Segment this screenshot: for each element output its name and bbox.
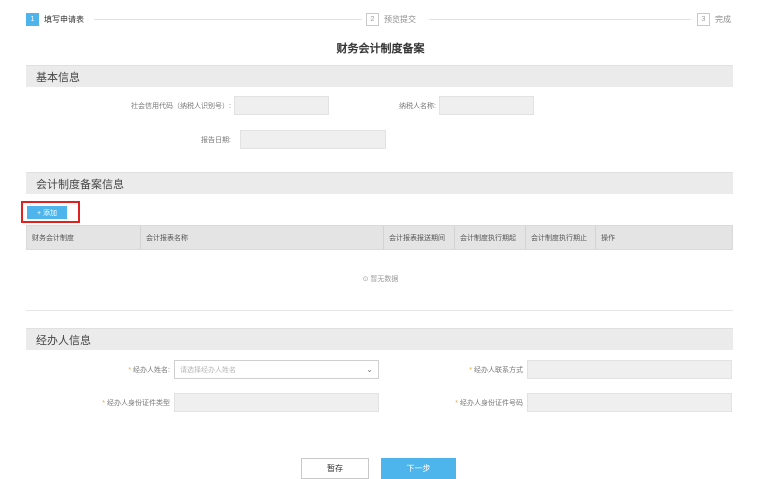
handler-id-number-label: * 经办人身份证件号码: [455, 398, 523, 408]
handler-contact-row: * 经办人联系方式: [455, 360, 732, 379]
taxpayer-name-label: 纳税人名称:: [399, 102, 436, 110]
handler-name-row: * 经办人姓名: 请选择经办人姓名 ⌄: [100, 360, 379, 379]
column-header: 会计制度执行期止: [526, 226, 596, 249]
handler-name-label: * 经办人姓名:: [100, 365, 170, 375]
step-label: 完成: [715, 14, 731, 24]
handler-id-type-field[interactable]: [174, 393, 379, 412]
section-divider: [26, 310, 733, 311]
step-label: 填写申请表: [44, 14, 84, 24]
column-header: 会计报表报送期间: [384, 226, 455, 249]
handler-contact-label: * 经办人联系方式: [455, 365, 523, 375]
required-mark: *: [128, 366, 132, 374]
step-preview-submit: 2 预览提交: [366, 10, 416, 28]
add-button-highlight: + 添加: [21, 201, 80, 223]
empty-state: ⊙ 暂无数据: [0, 274, 761, 284]
step-label: 预览提交: [384, 14, 416, 24]
report-date-field[interactable]: [240, 130, 386, 149]
taxpayer-name-field[interactable]: [439, 96, 534, 115]
handler-name-select[interactable]: 请选择经办人姓名 ⌄: [174, 360, 379, 379]
step-fill-application: 1 填写申请表: [26, 10, 84, 28]
report-date-label: 报告日期:: [201, 136, 231, 144]
credit-code-row: 社会信用代码（纳税人识别号）:: [104, 96, 329, 115]
step-connector: [429, 19, 691, 20]
progress-stepper: 1 填写申请表 2 预览提交 3 完成: [26, 10, 738, 28]
step-complete: 3 完成: [697, 10, 731, 28]
required-mark: *: [455, 399, 458, 407]
credit-code-field[interactable]: [234, 96, 329, 115]
save-draft-button[interactable]: 暂存: [301, 458, 369, 479]
handler-name-label-text: 经办人姓名:: [133, 366, 170, 374]
handler-id-number-field[interactable]: [527, 393, 732, 412]
column-header: 财务会计制度: [27, 226, 141, 249]
empty-text: 暂无数据: [370, 276, 399, 283]
handler-contact-field[interactable]: [527, 360, 732, 379]
section-handler-info: 经办人信息: [26, 328, 733, 350]
handler-id-type-label-text: 经办人身份证件类型: [107, 399, 170, 407]
section-basic-info: 基本信息: [26, 65, 733, 87]
handler-id-number-row: * 经办人身份证件号码: [455, 393, 732, 412]
step-number: 3: [697, 12, 710, 26]
chevron-down-icon: ⌄: [366, 365, 373, 374]
handler-name-placeholder: 请选择经办人姓名: [180, 366, 236, 374]
required-mark: *: [469, 366, 472, 374]
step-number: 2: [366, 12, 379, 26]
column-header: 会计制度执行期起: [455, 226, 526, 249]
add-button[interactable]: + 添加: [27, 206, 67, 219]
filing-table-header: 财务会计制度 会计报表名称 会计报表报送期间 会计制度执行期起 会计制度执行期止…: [26, 225, 733, 250]
step-number: 1: [26, 12, 39, 26]
handler-contact-label-text: 经办人联系方式: [474, 366, 523, 374]
handler-id-type-label: * 经办人身份证件类型: [100, 398, 170, 408]
step-connector: [94, 19, 362, 20]
handler-id-number-label-text: 经办人身份证件号码: [460, 399, 523, 407]
section-filing-info: 会计制度备案信息: [26, 172, 733, 194]
report-date-row: 报告日期:: [104, 130, 386, 149]
page-title: 财务会计制度备案: [336, 43, 425, 55]
column-header: 会计报表名称: [141, 226, 384, 249]
next-step-button[interactable]: 下一步: [381, 458, 456, 479]
taxpayer-name-row: 纳税人名称:: [380, 96, 534, 115]
handler-id-type-row: * 经办人身份证件类型: [100, 393, 379, 412]
credit-code-label: 社会信用代码（纳税人识别号）:: [131, 102, 231, 110]
column-header: 操作: [601, 234, 615, 242]
required-mark: *: [102, 399, 105, 407]
